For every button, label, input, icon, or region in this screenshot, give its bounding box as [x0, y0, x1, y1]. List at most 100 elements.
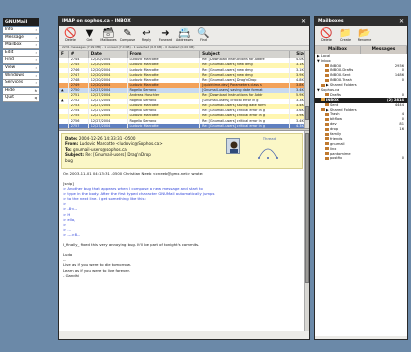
submenu-arrow-icon: ›	[35, 49, 37, 55]
submenu-arrow-icon: ›	[35, 57, 37, 63]
folder-icon	[325, 103, 329, 107]
mailbox-count: 1486	[394, 73, 404, 78]
mailboxes-button[interactable]: 🗃 Mailboxes	[100, 28, 117, 43]
mailbox-item[interactable]: postfix 0	[315, 156, 407, 161]
body-scroll-thumb[interactable]	[305, 132, 309, 283]
list-scroll-thumb[interactable]	[305, 105, 309, 120]
close-icon[interactable]: ✕	[398, 18, 405, 25]
addresses-label: Addresses	[176, 38, 193, 42]
rename-button[interactable]: 📂 Rename	[356, 28, 373, 43]
folder-icon	[325, 137, 329, 141]
mailboxes-titlebar[interactable]: Mailboxes ✕	[315, 17, 407, 26]
mailbox-label: ▼ Sophos.ca	[317, 88, 340, 93]
menu-item-view[interactable]: View ›	[3, 65, 39, 72]
col-subject[interactable]: Subject	[199, 50, 291, 58]
body-scrollbar[interactable]	[304, 130, 309, 331]
subject-cell: Re: [Gnumail-users] critical error in g	[199, 124, 291, 128]
message-list: F # Date From Subject Size 2744 12/20/200…	[59, 50, 309, 128]
mailbox-label: Trash	[330, 112, 340, 117]
create-button[interactable]: 📁 Create	[337, 28, 354, 43]
menu-item-windows[interactable]: Windows ›	[3, 72, 39, 80]
menu-item-label: Quit	[5, 95, 14, 101]
folder-icon	[325, 112, 329, 116]
to-label: To:	[65, 146, 72, 152]
menu-item-mailbox[interactable]: Mailbox ›	[3, 42, 39, 50]
menu-item-message[interactable]: Message ›	[3, 34, 39, 42]
delete-button[interactable]: 🚫 Delete	[62, 28, 79, 43]
mailbox-count: 0	[401, 92, 404, 97]
mailbox-count: 0	[401, 68, 404, 73]
mailbox-label: Sent	[330, 102, 339, 107]
close-icon[interactable]: ✕	[300, 18, 307, 25]
menu-item-label: Info	[5, 27, 14, 32]
mailboxes-window: Mailboxes ✕ 🚫 Delete 📁 Create 📂 Rename Mailbo…	[314, 16, 408, 340]
find-button[interactable]: 🔍 Find	[195, 28, 212, 43]
main-toolbar: 🚫 Delete ▼ Get 🗃 Mailboxes ✎ Compose ↩ Reply ➜ Forw…	[59, 26, 309, 46]
submenu-arrow-icon: ›	[35, 42, 37, 48]
mailbox-count: 0	[401, 156, 404, 161]
reply-button[interactable]: ↩ Reply	[138, 28, 155, 43]
col-flag[interactable]: F	[59, 50, 69, 58]
menu-item-label: Find	[5, 57, 14, 63]
get-button[interactable]: ▼ Get	[81, 28, 98, 43]
menu-item-services[interactable]: Services ›	[3, 80, 39, 88]
forward-button[interactable]: ➜ Forward	[157, 28, 174, 43]
thread-arc-icon[interactable]	[256, 142, 280, 162]
delete-button[interactable]: 🚫 Delete	[318, 28, 335, 43]
folder-icon	[325, 78, 329, 82]
col-number[interactable]: #	[68, 50, 89, 58]
col-from[interactable]: From	[127, 50, 201, 58]
menu-item-edit[interactable]: Edit ›	[3, 49, 39, 57]
mailbox-label: friends	[330, 136, 343, 141]
mailbox-label: ▶ Shared Folders	[326, 83, 357, 88]
folder-icon	[325, 122, 329, 126]
mailboxes-title: Mailboxes	[318, 19, 344, 24]
find-label: Find	[200, 38, 207, 42]
menu-item-find[interactable]: Find ›	[3, 57, 39, 65]
menu-item-label: Hide	[5, 87, 15, 93]
col-mailbox[interactable]: Mailbox	[315, 45, 361, 54]
reply-label: Reply	[141, 38, 152, 42]
col-messages[interactable]: Messages	[361, 45, 407, 54]
folder-icon	[325, 147, 329, 151]
folder-icon	[325, 93, 329, 97]
subject-label: Subject:	[65, 152, 84, 158]
number-cell: 2757	[68, 124, 89, 128]
folder-icon	[325, 142, 329, 146]
gnumail-menu-title[interactable]: GNUMail	[3, 18, 39, 26]
main-mail-window: IMAP on sophos.ca - INBOX ✕ 🚫 Delete ▼ Get 🗃…	[58, 16, 310, 340]
menu-item-quit[interactable]: Quit q	[3, 95, 39, 103]
mailbox-count: (2) 2814	[386, 97, 404, 102]
mailbox-label: linx	[330, 146, 337, 151]
mailbox-label: drop	[330, 127, 339, 132]
mailbox-count: 0	[401, 117, 404, 122]
mailboxes-toolbar: 🚫 Delete 📁 Create 📂 Rename	[315, 26, 407, 46]
get-label: Get	[86, 38, 93, 42]
message-view: Date: 2004-12-26 14:33:31 -0500 From: Lu…	[59, 130, 309, 331]
menu-item-label: Services	[5, 80, 24, 86]
list-scrollbar[interactable]	[304, 50, 309, 128]
compose-button[interactable]: ✎ Compose	[119, 28, 136, 43]
mailbox-label: INBOX	[326, 97, 339, 102]
mailbox-label: INBOX.Drafts	[330, 68, 354, 73]
body-line: - Gandhi	[63, 272, 80, 278]
mailbox-count: 4444	[394, 102, 404, 107]
mailbox-label: INBOX.Sent	[330, 73, 351, 78]
delete-label: Delete	[321, 38, 332, 42]
thread-label[interactable]: Thread	[263, 136, 276, 142]
col-date[interactable]: Date	[88, 50, 128, 58]
menu-item-label: Windows	[5, 72, 25, 78]
submenu-arrow-icon: h	[34, 87, 37, 93]
date-cell: 12/27/2004	[88, 124, 128, 128]
from-label: From:	[65, 141, 79, 147]
from-cell: Ludovic Marcotte	[127, 124, 201, 128]
table-row[interactable]: 2757 12/27/2004 Ludovic Marcotte Re: [Gnuma…	[59, 124, 309, 128]
message-body[interactable]: On 2003-11-01 04:13:31 -0500 Christian N…	[59, 168, 309, 280]
addresses-button[interactable]: 📇 Addresses	[176, 28, 193, 43]
menu-item-hide[interactable]: Hide h	[3, 87, 39, 95]
menu-item-info[interactable]: Info ›	[3, 27, 39, 34]
mailbox-count: 81	[399, 122, 404, 127]
delete-label: Delete	[65, 38, 76, 42]
main-window-titlebar[interactable]: IMAP on sophos.ca - INBOX ✕	[59, 17, 309, 26]
mailbox-count: 0	[401, 78, 404, 83]
